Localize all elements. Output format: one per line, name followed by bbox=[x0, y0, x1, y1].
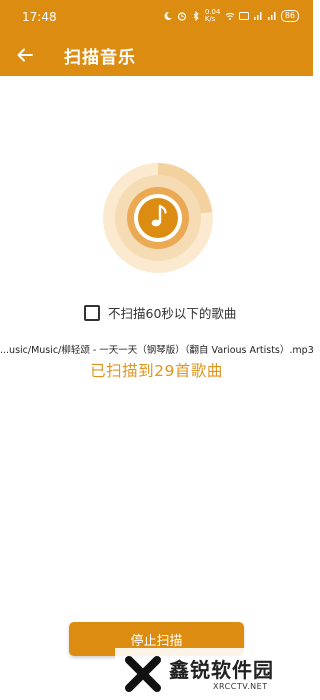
skip-short-songs-option[interactable]: 不扫描60秒以下的歌曲 bbox=[84, 303, 236, 322]
bluetooth-icon bbox=[193, 11, 199, 21]
alarm-icon bbox=[177, 12, 186, 21]
back-button[interactable] bbox=[12, 42, 38, 68]
watermark-url: XRCCTV.NET bbox=[213, 682, 268, 691]
battery-indicator: 86 bbox=[280, 10, 299, 22]
arrow-left-icon bbox=[17, 48, 33, 62]
network-speed: 0.04 K/s bbox=[204, 8, 221, 23]
status-time: 17:48 bbox=[22, 10, 57, 24]
status-icons: 0.04 K/s 86 bbox=[163, 9, 299, 23]
signal-icon-2 bbox=[267, 12, 276, 20]
watermark-logo-icon bbox=[125, 656, 161, 692]
current-file-path: ...usic/Music/柳轻颂 - 一天一天（钢琴版）（翻自 Various… bbox=[0, 345, 313, 356]
watermark: 鑫锐软件园 XRCCTV.NET bbox=[115, 648, 313, 700]
skip-short-songs-label: 不扫描60秒以下的歌曲 bbox=[108, 306, 237, 321]
moon-icon bbox=[164, 11, 172, 20]
watermark-name: 鑫锐软件园 bbox=[169, 658, 274, 682]
signal-icon bbox=[253, 12, 262, 20]
page-title: 扫描音乐 bbox=[64, 48, 136, 68]
scanning-disc-graphic bbox=[103, 163, 213, 273]
scan-status-text: 已扫描到29首歌曲 bbox=[90, 362, 223, 380]
app-bar: 扫描音乐 bbox=[0, 34, 313, 76]
wifi-icon bbox=[225, 12, 235, 20]
hd-icon bbox=[238, 12, 249, 20]
skip-short-songs-checkbox[interactable] bbox=[84, 304, 100, 321]
status-bar: 17:48 0.04 K/s 86 bbox=[0, 0, 313, 34]
